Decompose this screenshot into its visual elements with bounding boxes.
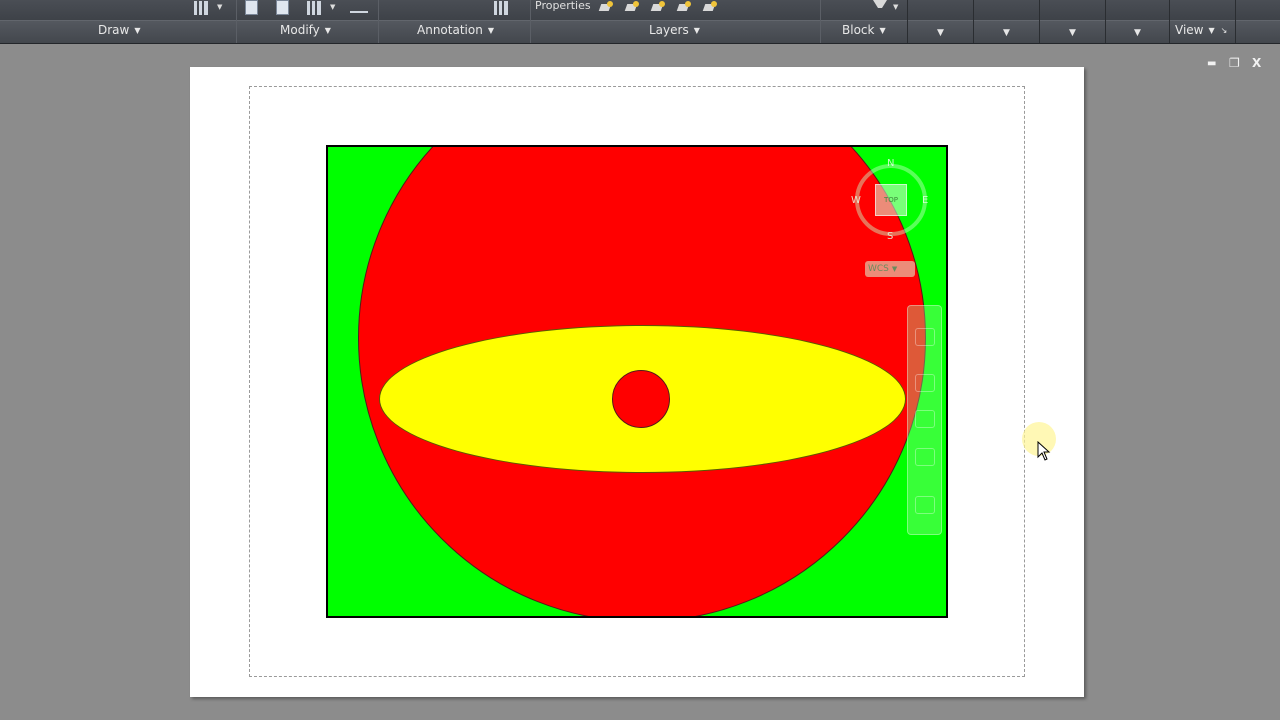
chevron-down-icon: ▼ — [1069, 28, 1076, 38]
chevron-down-icon: ▼ — [891, 265, 898, 273]
panel-divider — [530, 0, 531, 43]
small-red-circle[interactable] — [612, 370, 670, 428]
mouse-cursor-icon — [1037, 441, 1051, 461]
table-icon[interactable] — [494, 1, 508, 15]
layer-off-icon[interactable] — [650, 1, 666, 14]
chevron-down-icon: ▼ — [324, 26, 331, 35]
chevron-down-icon: ▼ — [1003, 28, 1010, 38]
viewcube[interactable]: TOP N S E W — [851, 158, 930, 242]
panel-divider — [820, 0, 821, 43]
layer-lock-icon[interactable] — [702, 1, 718, 14]
orbit-icon[interactable] — [915, 448, 935, 466]
restore-icon[interactable]: ❐ — [1229, 56, 1240, 70]
steering-wheel-icon[interactable] — [915, 328, 935, 346]
panel-layers[interactable]: Layers ▼ — [649, 23, 700, 37]
zoom-icon[interactable] — [915, 410, 935, 428]
close-icon[interactable]: X — [1252, 56, 1261, 70]
collapsed-panel[interactable]: ▼ — [1039, 0, 1105, 43]
stretch-icon[interactable] — [350, 0, 368, 13]
copy-icon[interactable] — [245, 0, 258, 15]
ribbon: ▼ ▼ Properties ▼ Draw ▼ Modify ▼ Annotatio… — [0, 0, 1280, 44]
chevron-down-icon[interactable]: ▼ — [330, 3, 335, 11]
compass-west[interactable]: W — [851, 195, 861, 206]
collapsed-panel[interactable]: ▼ — [907, 0, 973, 43]
chevron-down-icon: ▼ — [134, 26, 141, 35]
layer-freeze-icon[interactable] — [676, 1, 692, 14]
chevron-down-icon[interactable]: ▼ — [217, 3, 222, 11]
region-icon[interactable] — [194, 1, 208, 15]
chevron-down-icon: ▼ — [1208, 26, 1215, 35]
compass-south[interactable]: S — [887, 231, 893, 242]
chevron-down-icon: ▼ — [937, 28, 944, 38]
navigation-bar — [907, 305, 942, 535]
panel-modify[interactable]: Modify ▼ — [280, 23, 331, 37]
ucs-menu[interactable]: WCS ▼ — [865, 261, 915, 277]
panel-divider — [378, 0, 379, 43]
chevron-down-icon[interactable]: ▼ — [893, 3, 898, 11]
compass-east[interactable]: E — [922, 195, 928, 206]
dialog-launcher-icon[interactable]: ↘ — [1221, 26, 1228, 35]
collapsed-panel[interactable]: ▼ — [973, 0, 1039, 43]
panel-view[interactable]: View ▼ ↘ — [1175, 23, 1227, 37]
array-icon[interactable] — [307, 1, 321, 15]
panel-annotation[interactable]: Annotation ▼ — [417, 23, 494, 37]
chevron-down-icon: ▼ — [1134, 28, 1141, 38]
panel-divider — [236, 0, 237, 43]
insert-block-icon[interactable] — [873, 0, 887, 12]
viewcube-top-face[interactable]: TOP — [875, 184, 907, 216]
compass-north[interactable]: N — [887, 158, 894, 169]
chevron-down-icon: ▼ — [879, 26, 886, 35]
chevron-down-icon: ▼ — [487, 26, 494, 35]
panel-block[interactable]: Block ▼ — [842, 23, 886, 37]
properties-label[interactable]: Properties — [535, 0, 591, 12]
panel-draw[interactable]: Draw ▼ — [98, 23, 141, 37]
showmotion-icon[interactable] — [915, 496, 935, 514]
layer-icon[interactable] — [598, 1, 614, 14]
pan-icon[interactable] — [915, 374, 935, 392]
collapsed-panel[interactable]: ▼ — [1105, 0, 1169, 43]
ribbon-end — [1235, 0, 1280, 43]
mirror-icon[interactable] — [276, 0, 289, 15]
minimize-icon[interactable]: ▬ — [1207, 58, 1216, 69]
chevron-down-icon: ▼ — [693, 26, 700, 35]
layer-match-icon[interactable] — [624, 1, 640, 14]
